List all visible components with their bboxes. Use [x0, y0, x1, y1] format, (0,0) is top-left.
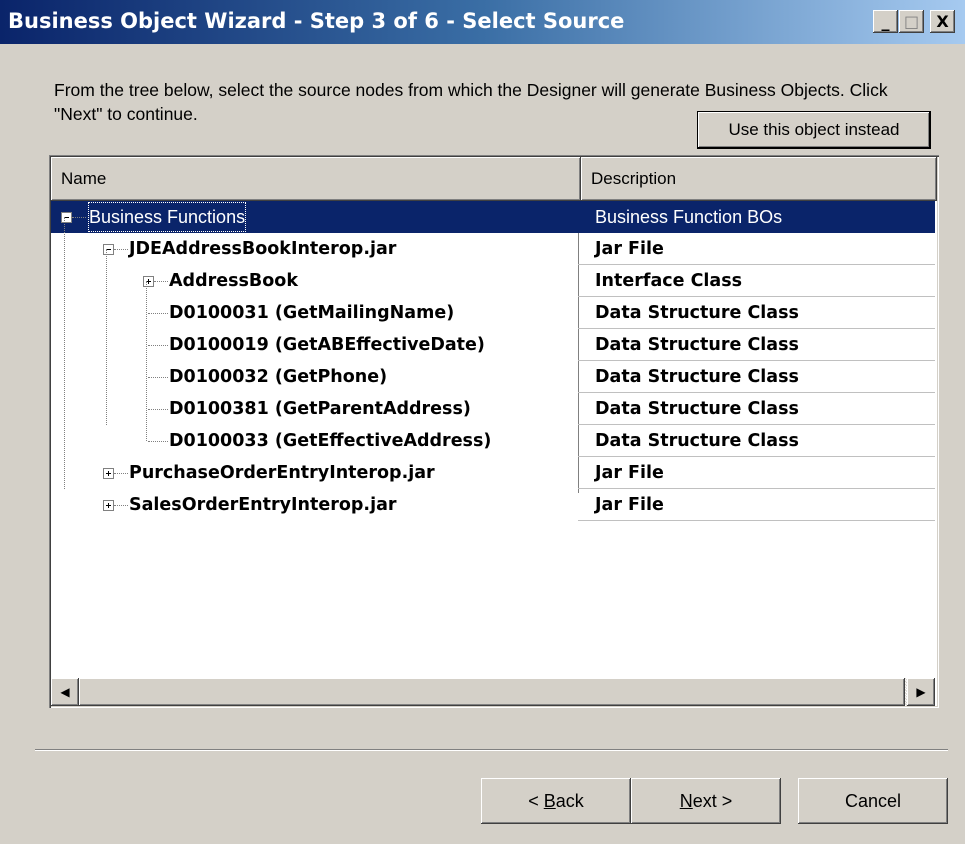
tree-connector: [148, 441, 168, 442]
use-this-object-button[interactable]: Use this object instead: [697, 111, 931, 149]
back-button[interactable]: < Back: [481, 778, 631, 824]
window-title: Business Object Wizard - Step 3 of 6 - S…: [8, 9, 625, 33]
tree-row[interactable]: D0100019 (GetABEffectiveDate) Data Struct…: [51, 329, 935, 361]
scroll-thumb[interactable]: [79, 678, 905, 706]
scroll-right-button[interactable]: ▶: [907, 678, 935, 706]
next-button-rest: ext >: [692, 790, 733, 811]
tree-row[interactable]: AddressBook Interface Class: [51, 265, 935, 297]
tree-node-description: Data Structure Class: [595, 367, 799, 387]
tree-node-label: D0100381 (GetParentAddress): [169, 399, 471, 419]
tree-row[interactable]: Business Functions Business Function BOs: [51, 201, 935, 233]
row-gridline: [578, 520, 935, 521]
tree-node-description: Data Structure Class: [595, 303, 799, 323]
arrow-left-icon: ◀: [60, 685, 70, 699]
next-button-mnemonic: N: [679, 790, 693, 811]
wizard-window: Business Object Wizard - Step 3 of 6 - S…: [0, 0, 965, 844]
tree-node-description: Jar File: [595, 495, 664, 515]
tree-connector: [148, 345, 168, 346]
maximize-icon: □: [903, 12, 920, 31]
tree-connector: [72, 217, 86, 218]
tree-connector: [146, 281, 147, 441]
tree-row[interactable]: SalesOrderEntryInterop.jar Jar File: [51, 489, 935, 521]
tree-row[interactable]: D0100032 (GetPhone) Data Structure Class: [51, 361, 935, 393]
source-tree-list[interactable]: Name Description Business Functions Busin…: [49, 155, 939, 708]
tree-connector: [148, 409, 168, 410]
tree-node-description: Interface Class: [595, 271, 743, 291]
tree-node-label: Business Functions: [87, 201, 247, 233]
tree-connector: [154, 281, 168, 282]
separator-highlight: [35, 750, 948, 751]
arrow-right-icon: ▶: [916, 685, 926, 699]
tree-node-label: PurchaseOrderEntryInterop.jar: [129, 463, 435, 483]
tree-node-label: D0100033 (GetEffectiveAddress): [169, 431, 492, 451]
tree-row[interactable]: PurchaseOrderEntryInterop.jar Jar File: [51, 457, 935, 489]
tree-node-label: JDEAddressBookInterop.jar: [129, 239, 397, 259]
tree-connector: [148, 313, 168, 314]
maximize-button[interactable]: □: [899, 10, 924, 33]
next-button[interactable]: Next >: [631, 778, 781, 824]
tree-row[interactable]: JDEAddressBookInterop.jar Jar File: [51, 233, 935, 265]
collapse-icon[interactable]: [103, 244, 114, 255]
tree-connector: [114, 249, 128, 250]
expand-icon[interactable]: [143, 276, 154, 287]
tree-node-description: Data Structure Class: [595, 431, 799, 451]
close-button[interactable]: X: [930, 10, 955, 33]
tree-connector: [64, 217, 65, 489]
expand-icon[interactable]: [103, 468, 114, 479]
tree-row[interactable]: D0100031 (GetMailingName) Data Structure …: [51, 297, 935, 329]
minimize-button[interactable]: _: [873, 10, 898, 33]
tree-connector: [148, 377, 168, 378]
column-header-name[interactable]: Name: [51, 157, 581, 201]
tree-node-description: Jar File: [595, 463, 664, 483]
tree-node-description: Jar File: [595, 239, 664, 259]
title-bar[interactable]: Business Object Wizard - Step 3 of 6 - S…: [0, 0, 965, 44]
close-icon: X: [936, 12, 949, 31]
minimize-icon: _: [881, 12, 890, 31]
back-button-mnemonic: B: [543, 790, 556, 811]
tree-node-label: D0100019 (GetABEffectiveDate): [169, 335, 485, 355]
tree-connector: [114, 505, 128, 506]
scroll-left-button[interactable]: ◀: [51, 678, 79, 706]
tree-node-description: Business Function BOs: [595, 207, 783, 227]
column-header-description[interactable]: Description: [581, 157, 937, 201]
tree-node-label: AddressBook: [169, 271, 298, 291]
expand-icon[interactable]: [103, 500, 114, 511]
tree-row[interactable]: D0100033 (GetEffectiveAddress) Data Struc…: [51, 425, 935, 457]
tree-node-label: D0100031 (GetMailingName): [169, 303, 455, 323]
back-button-prefix: <: [528, 790, 544, 811]
tree-node-label: D0100032 (GetPhone): [169, 367, 388, 387]
tree-node-description: Data Structure Class: [595, 399, 799, 419]
tree-connector: [106, 249, 107, 425]
back-button-rest: ack: [555, 790, 584, 811]
tree-node-description: Data Structure Class: [595, 335, 799, 355]
tree-row[interactable]: D0100381 (GetParentAddress) Data Structur…: [51, 393, 935, 425]
cancel-button[interactable]: Cancel: [798, 778, 948, 824]
horizontal-scrollbar[interactable]: ◀ ▶: [51, 678, 935, 706]
tree-connector: [114, 473, 128, 474]
tree-node-label: SalesOrderEntryInterop.jar: [129, 495, 397, 515]
collapse-icon[interactable]: [61, 212, 72, 223]
